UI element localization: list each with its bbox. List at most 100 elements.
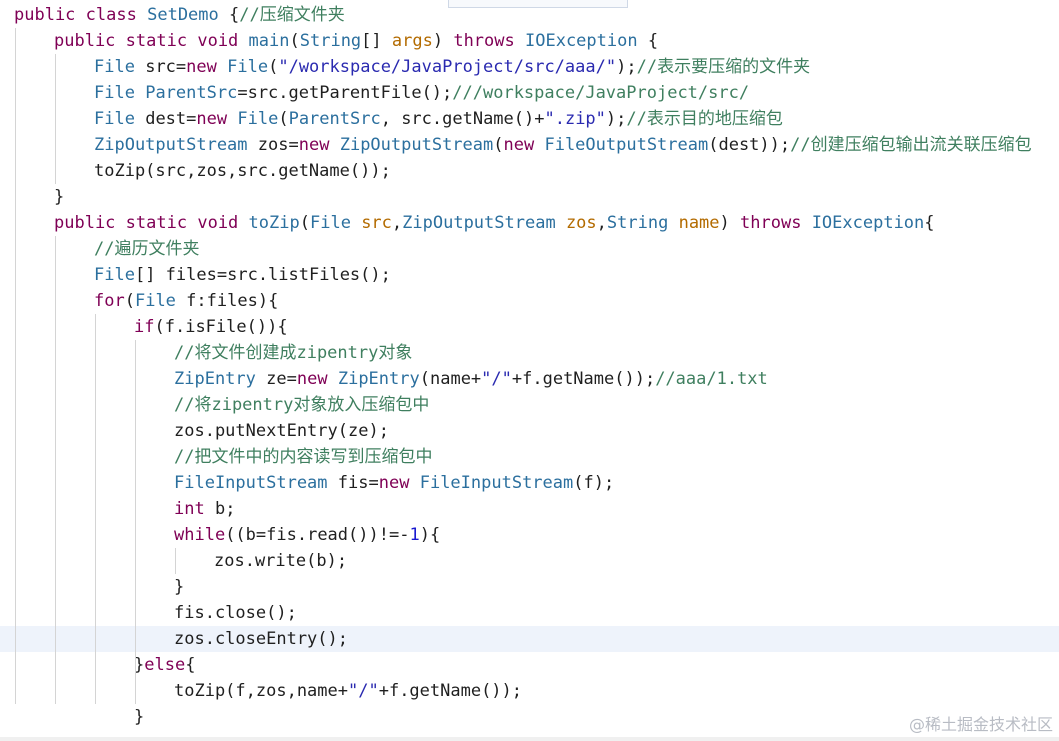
code-token: ZipEntry: [337, 369, 420, 389]
code-line[interactable]: }else{: [0, 652, 1059, 678]
code-token: //遍历文件夹: [94, 239, 200, 259]
code-token: ze: [266, 369, 287, 389]
code-token: ,: [391, 213, 403, 233]
code-token: new: [196, 109, 228, 129]
code-token: File: [94, 109, 135, 129]
code-token: File: [309, 213, 351, 233]
horizontal-scrollbar[interactable]: [0, 737, 1059, 741]
code-token: zos: [565, 213, 597, 233]
code-token: src: [361, 213, 392, 233]
code-token: "/": [481, 369, 512, 389]
code-line[interactable]: ZipOutputStream zos=new ZipOutputStream(…: [0, 132, 1059, 158]
code-token: +f.getName());: [511, 369, 656, 389]
code-token: =: [186, 109, 197, 129]
code-line[interactable]: public static void toZip(File src,ZipOut…: [0, 210, 1059, 236]
code-line[interactable]: }: [0, 184, 1059, 210]
code-token: (: [278, 109, 289, 129]
code-token: File: [94, 265, 135, 285]
code-token: toZip: [248, 213, 300, 233]
code-line[interactable]: }: [0, 574, 1059, 600]
code-line[interactable]: int b;: [0, 496, 1059, 522]
indent-guide: [175, 548, 176, 574]
code-token: (: [289, 31, 300, 51]
code-token: ZipOutputStream: [339, 135, 494, 155]
code-token: SetDemo: [147, 5, 219, 25]
code-line[interactable]: toZip(f,zos,name+"/"+f.getName());: [0, 678, 1059, 704]
code-token: zos: [257, 135, 289, 155]
code-line[interactable]: //把文件中的内容读写到压缩包中: [0, 444, 1059, 470]
code-token: b=fis.read(): [245, 525, 369, 545]
code-line[interactable]: File[] files=src.listFiles();: [0, 262, 1059, 288]
code-line[interactable]: for(File f:files){: [0, 288, 1059, 314]
code-token: new: [298, 135, 330, 155]
code-token: void: [197, 31, 239, 51]
code-editor[interactable]: public class SetDemo {//压缩文件夹 public stat…: [0, 0, 1059, 741]
code-token: ): [432, 31, 454, 51]
code-line[interactable]: //将文件创建成zipentry对象: [0, 340, 1059, 366]
code-token: throws: [453, 31, 515, 51]
code-token: IOException: [525, 31, 638, 51]
code-token: "/workspace/JavaProject/src/aaa/": [278, 57, 617, 77]
code-token: (dest));: [708, 135, 791, 155]
code-token: String: [299, 31, 362, 51]
code-token: fis.close();: [174, 603, 297, 623]
code-line[interactable]: }: [0, 704, 1059, 730]
code-token: //将zipentry对象放入压缩包中: [174, 395, 430, 415]
code-token: []: [361, 31, 392, 51]
code-line[interactable]: fis.close();: [0, 600, 1059, 626]
code-token: (: [154, 317, 165, 337]
code-token: int: [174, 499, 205, 519]
code-token: ZipOutputStream: [94, 135, 248, 155]
code-token: ZipOutputStream: [402, 213, 556, 233]
code-line[interactable]: zos.closeEntry();: [0, 626, 1059, 652]
code-line[interactable]: zos.putNextEntry(ze);: [0, 418, 1059, 444]
code-line[interactable]: if(f.isFile()){: [0, 314, 1059, 340]
code-token: ){: [257, 291, 279, 311]
code-token: ".zip": [544, 109, 606, 129]
watermark: @稀土掘金技术社区: [908, 715, 1053, 734]
code-line[interactable]: File src=new File("/workspace/JavaProjec…: [0, 54, 1059, 80]
code-line[interactable]: public class SetDemo {//压缩文件夹: [0, 2, 1059, 28]
code-line[interactable]: //将zipentry对象放入压缩包中: [0, 392, 1059, 418]
code-token: ){: [419, 525, 441, 545]
code-token: name+: [429, 369, 482, 389]
code-line[interactable]: toZip(src,zos,src.getName());: [0, 158, 1059, 184]
code-token: new: [503, 135, 535, 155]
code-token: );: [616, 57, 637, 77]
code-line[interactable]: public static void main(String[] args) t…: [0, 28, 1059, 54]
code-line[interactable]: File dest=new File(ParentSrc, src.getNam…: [0, 106, 1059, 132]
code-line[interactable]: FileInputStream fis=new FileInputStream(…: [0, 470, 1059, 496]
code-token: src.getParentFile();: [247, 83, 453, 103]
code-line[interactable]: File ParentSrc=src.getParentFile();///wo…: [0, 80, 1059, 106]
code-line[interactable]: ZipEntry ze=new ZipEntry(name+"/"+f.getN…: [0, 366, 1059, 392]
code-token: (: [493, 135, 504, 155]
code-token: static: [125, 31, 188, 51]
code-line[interactable]: zos.write(b);: [0, 548, 1059, 574]
code-token: {: [218, 5, 240, 25]
code-token: zos.closeEntry();: [174, 629, 348, 649]
code-token: src: [145, 57, 176, 77]
code-token: (: [124, 291, 135, 311]
code-token: //将文件创建成zipentry对象: [174, 343, 413, 363]
code-token: //表示目的地压缩包: [626, 109, 783, 129]
code-token: =: [368, 473, 379, 493]
code-token: =: [175, 57, 187, 77]
code-token: File: [227, 57, 269, 77]
code-line[interactable]: //遍历文件夹: [0, 236, 1059, 262]
code-token: ParentSrc: [145, 83, 238, 103]
code-token: main: [248, 31, 290, 51]
code-token: String: [606, 213, 669, 233]
indent-guide: [55, 236, 56, 704]
code-token: new: [378, 473, 410, 493]
code-line[interactable]: while((b=fis.read())!=-1){: [0, 522, 1059, 548]
